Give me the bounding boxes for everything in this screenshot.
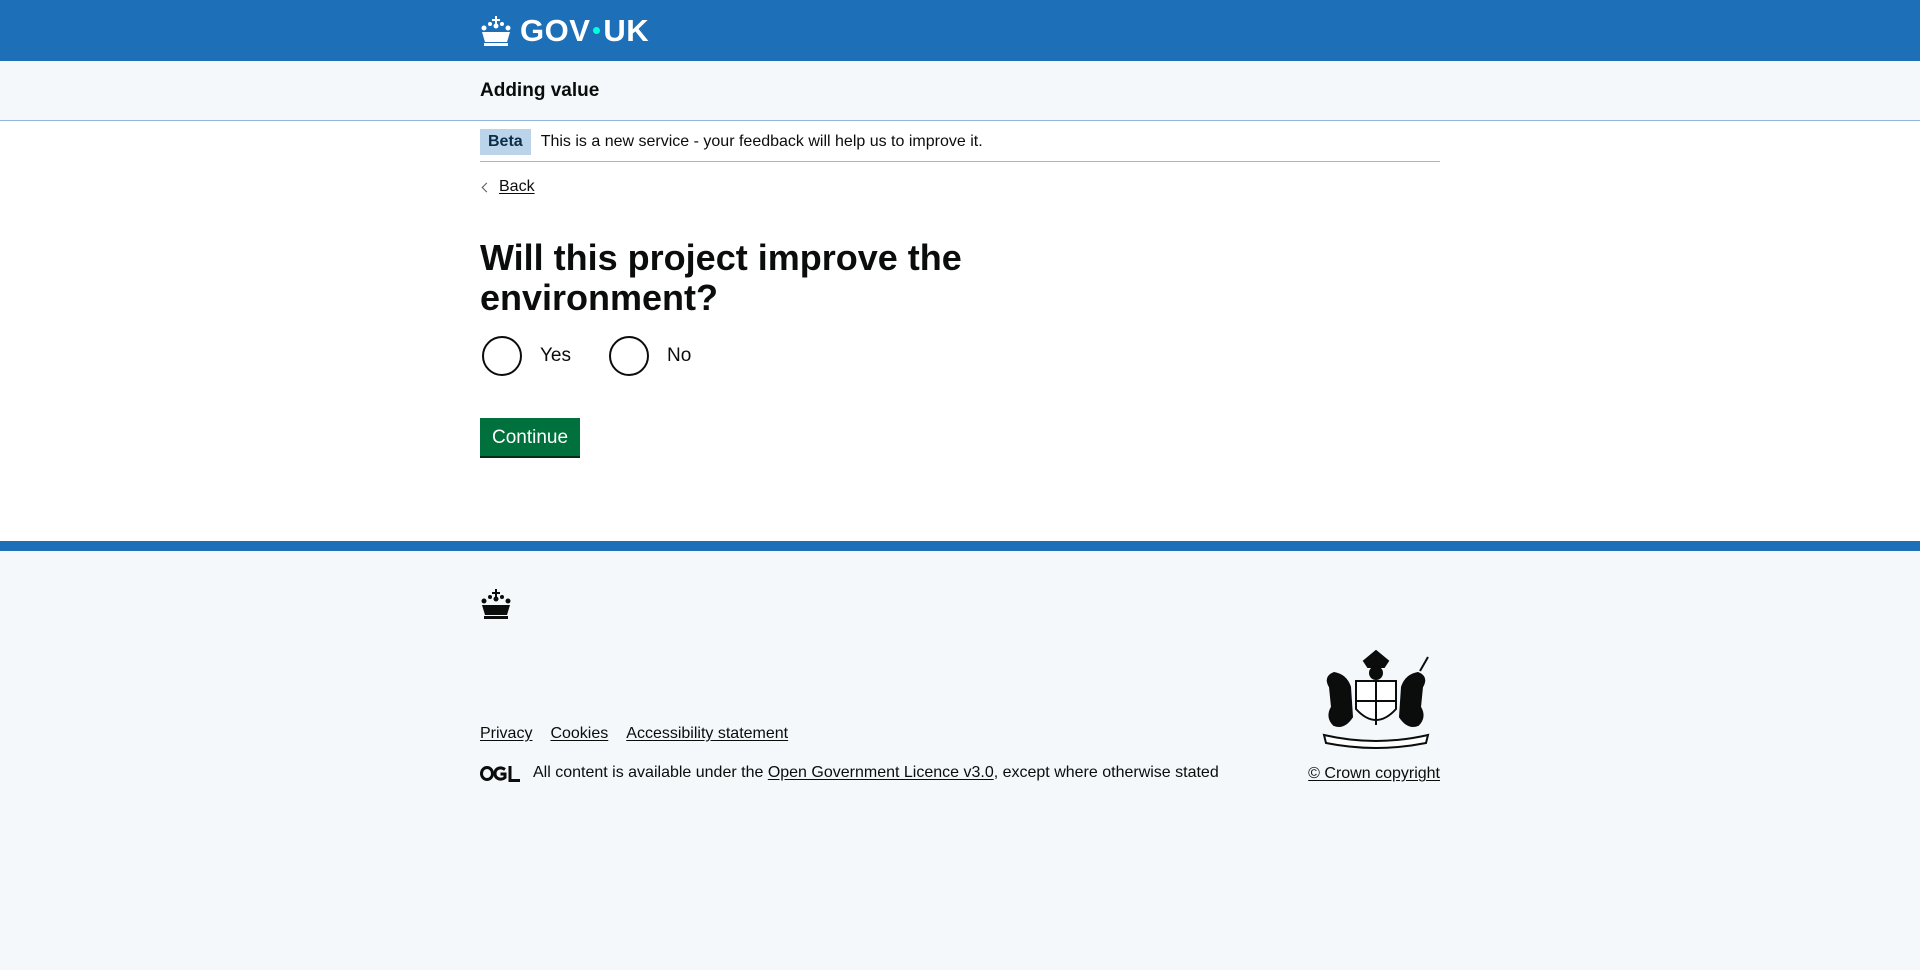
footer-links: Privacy Cookies Accessibility statement xyxy=(480,725,806,743)
footer-link-cookies[interactable]: Cookies xyxy=(550,725,608,743)
main-content: Beta This is a new service - your feedba… xyxy=(0,121,1920,541)
radio-no-input[interactable] xyxy=(609,336,649,376)
back-link-label: Back xyxy=(499,178,535,195)
radio-option-yes[interactable]: Yes xyxy=(480,336,571,376)
licence-suffix: , except where otherwise stated xyxy=(993,764,1219,781)
royal-coat-of-arms-icon xyxy=(1316,647,1436,754)
service-name-link[interactable]: Adding value xyxy=(480,80,599,102)
footer-link-accessibility[interactable]: Accessibility statement xyxy=(626,725,788,743)
chevron-left-icon xyxy=(481,182,492,192)
ogl-logo-icon xyxy=(480,765,533,782)
radio-group: Yes No xyxy=(480,336,1440,376)
phase-banner-text: This is a new service - your feedback wi… xyxy=(540,133,983,150)
govuk-header: GOV UK xyxy=(0,0,1920,61)
radio-yes-input[interactable] xyxy=(482,336,522,376)
govuk-footer: Privacy Cookies Accessibility statement … xyxy=(0,541,1920,970)
footer-link-privacy[interactable]: Privacy xyxy=(480,725,532,743)
radio-yes-label[interactable]: Yes xyxy=(540,345,571,367)
radio-option-no[interactable]: No xyxy=(607,336,691,376)
licence-link[interactable]: Open Government Licence v3.0 xyxy=(768,764,994,782)
service-navigation: Adding value xyxy=(0,61,1920,121)
govuk-logo-link[interactable]: GOV UK xyxy=(480,15,649,46)
phase-banner: Beta This is a new service - your feedba… xyxy=(480,121,1440,162)
crown-copyright-link[interactable]: © Crown copyright xyxy=(1308,765,1440,783)
footer-crown-icon xyxy=(480,589,512,624)
logo-dot xyxy=(593,27,601,34)
logo-gov-text: GOV xyxy=(520,13,591,48)
beta-tag: Beta xyxy=(480,129,531,155)
continue-button[interactable]: Continue xyxy=(480,418,581,456)
question-heading: Will this project improve the environmen… xyxy=(480,237,962,318)
logo-uk-text: UK xyxy=(603,13,650,48)
footer-licence: All content is available under the Open … xyxy=(480,764,1219,782)
licence-prefix: All content is available under the xyxy=(533,764,768,781)
back-link[interactable]: Back xyxy=(480,178,535,196)
radio-no-label[interactable]: No xyxy=(667,345,691,367)
crown-icon xyxy=(480,15,512,46)
